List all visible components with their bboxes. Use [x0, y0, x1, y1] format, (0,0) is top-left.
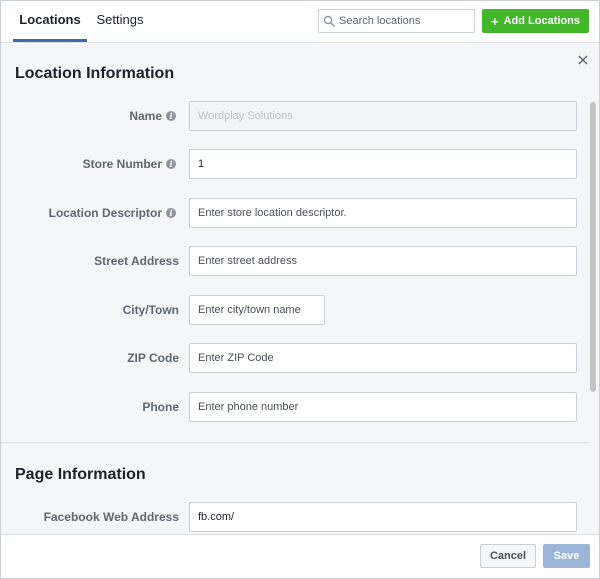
name-label: Name i [11, 109, 176, 123]
scrollbar-thumb[interactable] [590, 102, 596, 392]
city-town-label: City/Town [122, 303, 179, 317]
facebook-web-address-field[interactable] [189, 502, 577, 532]
top-bar: Locations Settings + Add Locations [1, 1, 599, 43]
form-scroll-area[interactable]: Location Information Namei Store Numberi… [1, 44, 599, 534]
store-number-field[interactable] [189, 149, 577, 179]
locations-dialog: Locations Settings + Add Locations Locat… [0, 0, 600, 579]
tab-locations[interactable]: Locations [13, 1, 87, 42]
phone-field[interactable] [189, 392, 577, 422]
cancel-button[interactable]: Cancel [480, 544, 536, 568]
store-number-label: Store Number i [11, 157, 176, 171]
street-address-label: Street Address [94, 254, 179, 268]
facebook-web-address-label: Facebook Web Address [43, 510, 179, 524]
name-field [189, 101, 577, 131]
city-town-field[interactable] [189, 295, 325, 325]
search-input[interactable] [339, 10, 473, 32]
location-descriptor-label: Location Descriptor i [11, 206, 176, 220]
save-button[interactable]: Save [543, 544, 590, 568]
search-box[interactable] [318, 9, 475, 33]
section-divider [1, 442, 589, 443]
street-address-field[interactable] [189, 246, 577, 276]
page-information-title: Page Information [15, 466, 146, 483]
add-locations-label: Add Locations [503, 15, 580, 27]
info-icon[interactable]: i [166, 159, 176, 169]
info-icon[interactable]: i [166, 111, 176, 121]
add-locations-button[interactable]: + Add Locations [482, 9, 589, 33]
tab-settings[interactable]: Settings [87, 1, 153, 42]
search-icon [323, 15, 335, 27]
close-icon[interactable] [577, 54, 589, 66]
plus-icon: + [491, 13, 499, 29]
location-information-title: Location Information [15, 65, 175, 82]
phone-label: Phone [142, 400, 179, 414]
location-descriptor-field[interactable] [189, 198, 577, 228]
zip-code-field[interactable] [189, 343, 577, 373]
zip-code-label: ZIP Code [127, 351, 179, 365]
dialog-footer: Cancel Save [1, 534, 599, 578]
info-icon[interactable]: i [166, 208, 176, 218]
